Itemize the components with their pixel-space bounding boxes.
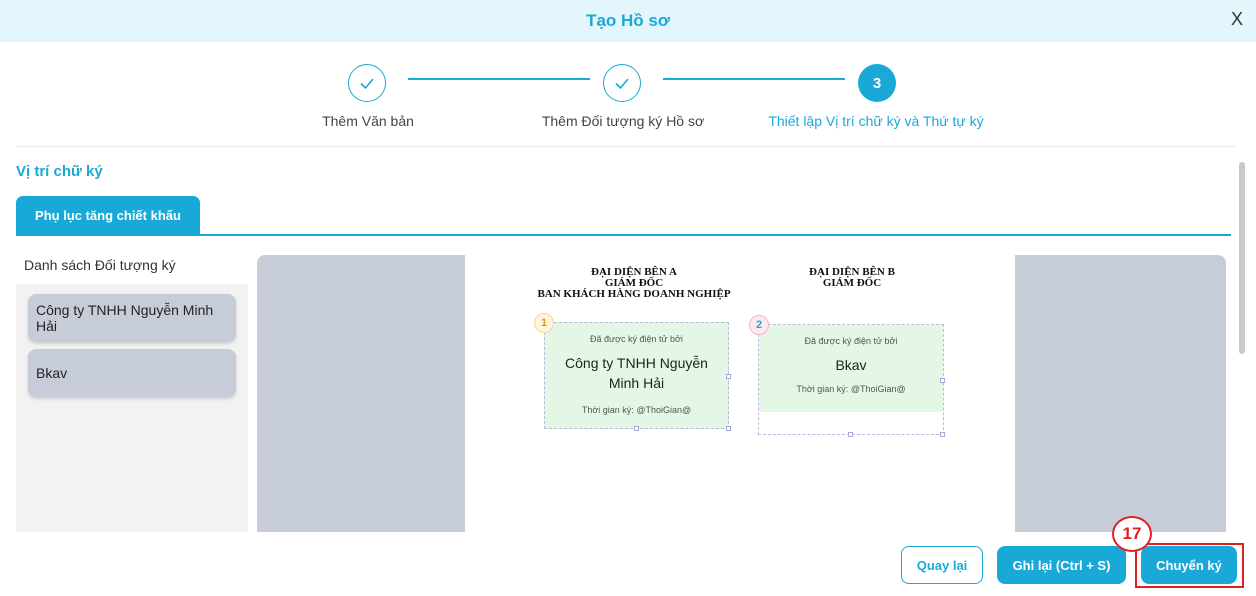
resize-handle[interactable]: [634, 426, 639, 431]
signature-box-2[interactable]: Đã được ký điện tử bởi Bkav Thời gian ký…: [758, 324, 944, 435]
step-1-label: Thêm Văn bản: [322, 113, 414, 129]
step-3-indicator: 3: [858, 64, 896, 102]
resize-handle[interactable]: [726, 374, 731, 379]
create-profile-dialog: Tạo Hồ sơ X 3 Thêm Văn bản Thêm Đối tượn…: [0, 0, 1256, 596]
signer-item[interactable]: Công ty TNHH Nguyễn Minh Hải: [28, 294, 236, 342]
resize-handle[interactable]: [940, 378, 945, 383]
save-button[interactable]: Ghi lại (Ctrl + S): [997, 546, 1126, 584]
sign-time-text: Thời gian ký: @ThoiGian@: [796, 384, 906, 394]
section-title: Vị trí chữ ký: [16, 163, 103, 180]
step-1-check-icon: [348, 64, 386, 102]
signature-box-1[interactable]: Đã được ký điện tử bởi Công ty TNHH Nguy…: [544, 322, 729, 429]
step-marker-badge: 17: [1112, 516, 1152, 552]
resize-handle[interactable]: [726, 426, 731, 431]
step-2-check-icon: [603, 64, 641, 102]
party-b-title: ĐẠI DIỆN BÊN B GIÁM ĐỐC: [809, 267, 895, 289]
order-badge-2: 2: [749, 315, 769, 335]
divider: [16, 146, 1236, 147]
party-a-title: ĐẠI DIỆN BÊN A GIÁM ĐỐC BAN KHÁCH HÀNG D…: [537, 267, 730, 300]
step-3-label: Thiết lập Vị trí chữ ký và Thứ tự ký: [768, 113, 984, 129]
order-badge-1: 1: [534, 313, 554, 333]
step-connector: [408, 78, 590, 80]
vertical-scrollbar[interactable]: [1239, 162, 1245, 354]
dialog-title: Tạo Hồ sơ: [586, 11, 670, 30]
party-b-line2: GIÁM ĐỐC: [822, 277, 882, 289]
resize-handle[interactable]: [848, 432, 853, 437]
close-icon[interactable]: X: [1226, 8, 1248, 30]
resize-handle[interactable]: [940, 432, 945, 437]
signed-by-text: Đã được ký điện tử bởi: [590, 334, 683, 344]
signer-item[interactable]: Bkav: [28, 349, 236, 397]
stepper: 3 Thêm Văn bản Thêm Đối tượng ký Hồ sơ T…: [0, 42, 1256, 146]
signature-box-2-fill: Đã được ký điện tử bởi Bkav Thời gian ký…: [759, 325, 943, 412]
tab-underline: [16, 234, 1231, 236]
signer-name: Công ty TNHH Nguyễn Minh Hải: [565, 355, 708, 391]
dialog-header: Tạo Hồ sơ X: [0, 0, 1256, 42]
sign-time-text: Thời gian ký: @ThoiGian@: [581, 405, 692, 415]
step-2-label: Thêm Đối tượng ký Hồ sơ: [541, 113, 705, 129]
step-connector: [663, 78, 845, 80]
tab-phu-luc[interactable]: Phụ lục tăng chiết khấu: [16, 196, 200, 234]
document-margin-right: [1015, 255, 1226, 532]
highlight-box: [1135, 543, 1244, 588]
party-a-line3: BAN KHÁCH HÀNG DOANH NGHIỆP: [537, 288, 731, 300]
signer-list-title: Danh sách Đối tượng ký: [24, 257, 176, 273]
document-margin-left: [257, 255, 465, 532]
signer-name: Bkav: [835, 357, 867, 373]
back-button[interactable]: Quay lại: [901, 546, 983, 584]
signed-by-text: Đã được ký điện tử bởi: [804, 336, 898, 346]
